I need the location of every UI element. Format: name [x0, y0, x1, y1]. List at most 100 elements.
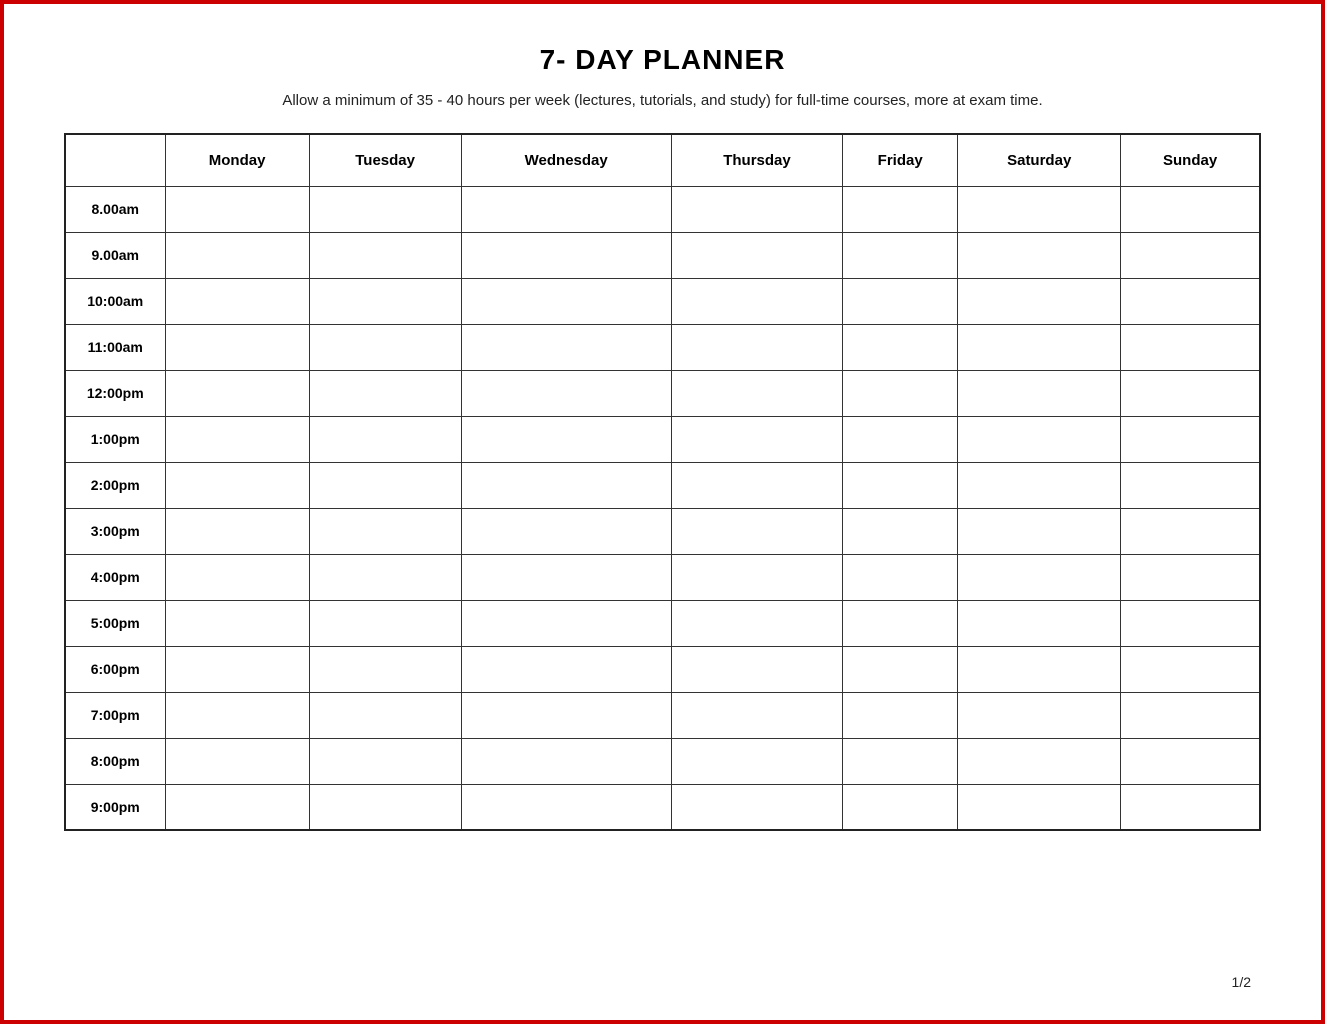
cell-wednesday-6[interactable]: [461, 462, 671, 508]
cell-monday-13[interactable]: [165, 784, 309, 830]
cell-friday-1[interactable]: [843, 232, 958, 278]
cell-monday-7[interactable]: [165, 508, 309, 554]
cell-thursday-6[interactable]: [671, 462, 842, 508]
cell-saturday-3[interactable]: [958, 324, 1121, 370]
cell-wednesday-0[interactable]: [461, 186, 671, 232]
cell-tuesday-9[interactable]: [309, 600, 461, 646]
cell-friday-11[interactable]: [843, 692, 958, 738]
cell-thursday-0[interactable]: [671, 186, 842, 232]
cell-thursday-8[interactable]: [671, 554, 842, 600]
cell-saturday-11[interactable]: [958, 692, 1121, 738]
cell-monday-0[interactable]: [165, 186, 309, 232]
cell-sunday-5[interactable]: [1121, 416, 1260, 462]
cell-tuesday-4[interactable]: [309, 370, 461, 416]
cell-monday-9[interactable]: [165, 600, 309, 646]
cell-friday-7[interactable]: [843, 508, 958, 554]
cell-saturday-8[interactable]: [958, 554, 1121, 600]
cell-wednesday-2[interactable]: [461, 278, 671, 324]
cell-wednesday-13[interactable]: [461, 784, 671, 830]
cell-thursday-5[interactable]: [671, 416, 842, 462]
cell-tuesday-13[interactable]: [309, 784, 461, 830]
cell-sunday-6[interactable]: [1121, 462, 1260, 508]
cell-tuesday-1[interactable]: [309, 232, 461, 278]
cell-tuesday-10[interactable]: [309, 646, 461, 692]
cell-saturday-7[interactable]: [958, 508, 1121, 554]
cell-sunday-1[interactable]: [1121, 232, 1260, 278]
cell-sunday-7[interactable]: [1121, 508, 1260, 554]
cell-saturday-6[interactable]: [958, 462, 1121, 508]
cell-sunday-13[interactable]: [1121, 784, 1260, 830]
cell-sunday-9[interactable]: [1121, 600, 1260, 646]
cell-saturday-9[interactable]: [958, 600, 1121, 646]
cell-thursday-11[interactable]: [671, 692, 842, 738]
cell-saturday-13[interactable]: [958, 784, 1121, 830]
cell-thursday-10[interactable]: [671, 646, 842, 692]
cell-saturday-0[interactable]: [958, 186, 1121, 232]
cell-friday-12[interactable]: [843, 738, 958, 784]
cell-monday-6[interactable]: [165, 462, 309, 508]
cell-sunday-10[interactable]: [1121, 646, 1260, 692]
cell-thursday-1[interactable]: [671, 232, 842, 278]
cell-friday-13[interactable]: [843, 784, 958, 830]
cell-tuesday-0[interactable]: [309, 186, 461, 232]
cell-monday-5[interactable]: [165, 416, 309, 462]
cell-thursday-3[interactable]: [671, 324, 842, 370]
cell-saturday-1[interactable]: [958, 232, 1121, 278]
cell-saturday-4[interactable]: [958, 370, 1121, 416]
cell-friday-6[interactable]: [843, 462, 958, 508]
cell-thursday-13[interactable]: [671, 784, 842, 830]
cell-friday-2[interactable]: [843, 278, 958, 324]
cell-sunday-12[interactable]: [1121, 738, 1260, 784]
cell-thursday-9[interactable]: [671, 600, 842, 646]
cell-monday-11[interactable]: [165, 692, 309, 738]
cell-saturday-5[interactable]: [958, 416, 1121, 462]
cell-wednesday-4[interactable]: [461, 370, 671, 416]
cell-tuesday-6[interactable]: [309, 462, 461, 508]
cell-saturday-2[interactable]: [958, 278, 1121, 324]
cell-wednesday-12[interactable]: [461, 738, 671, 784]
cell-sunday-0[interactable]: [1121, 186, 1260, 232]
cell-monday-10[interactable]: [165, 646, 309, 692]
cell-sunday-3[interactable]: [1121, 324, 1260, 370]
cell-friday-4[interactable]: [843, 370, 958, 416]
cell-wednesday-5[interactable]: [461, 416, 671, 462]
cell-sunday-11[interactable]: [1121, 692, 1260, 738]
cell-saturday-10[interactable]: [958, 646, 1121, 692]
cell-monday-2[interactable]: [165, 278, 309, 324]
cell-friday-0[interactable]: [843, 186, 958, 232]
cell-friday-9[interactable]: [843, 600, 958, 646]
cell-wednesday-11[interactable]: [461, 692, 671, 738]
cell-wednesday-7[interactable]: [461, 508, 671, 554]
cell-tuesday-7[interactable]: [309, 508, 461, 554]
table-row: 9.00am: [65, 232, 1260, 278]
cell-tuesday-3[interactable]: [309, 324, 461, 370]
cell-wednesday-10[interactable]: [461, 646, 671, 692]
cell-saturday-12[interactable]: [958, 738, 1121, 784]
cell-sunday-8[interactable]: [1121, 554, 1260, 600]
cell-thursday-4[interactable]: [671, 370, 842, 416]
cell-friday-8[interactable]: [843, 554, 958, 600]
table-row: 8.00am: [65, 186, 1260, 232]
cell-monday-12[interactable]: [165, 738, 309, 784]
cell-tuesday-11[interactable]: [309, 692, 461, 738]
cell-thursday-2[interactable]: [671, 278, 842, 324]
cell-tuesday-12[interactable]: [309, 738, 461, 784]
cell-thursday-12[interactable]: [671, 738, 842, 784]
cell-sunday-2[interactable]: [1121, 278, 1260, 324]
cell-wednesday-1[interactable]: [461, 232, 671, 278]
cell-friday-3[interactable]: [843, 324, 958, 370]
cell-tuesday-5[interactable]: [309, 416, 461, 462]
cell-monday-3[interactable]: [165, 324, 309, 370]
cell-friday-5[interactable]: [843, 416, 958, 462]
cell-monday-8[interactable]: [165, 554, 309, 600]
cell-wednesday-9[interactable]: [461, 600, 671, 646]
cell-wednesday-8[interactable]: [461, 554, 671, 600]
cell-friday-10[interactable]: [843, 646, 958, 692]
cell-monday-1[interactable]: [165, 232, 309, 278]
cell-sunday-4[interactable]: [1121, 370, 1260, 416]
cell-thursday-7[interactable]: [671, 508, 842, 554]
cell-tuesday-8[interactable]: [309, 554, 461, 600]
cell-wednesday-3[interactable]: [461, 324, 671, 370]
cell-monday-4[interactable]: [165, 370, 309, 416]
cell-tuesday-2[interactable]: [309, 278, 461, 324]
